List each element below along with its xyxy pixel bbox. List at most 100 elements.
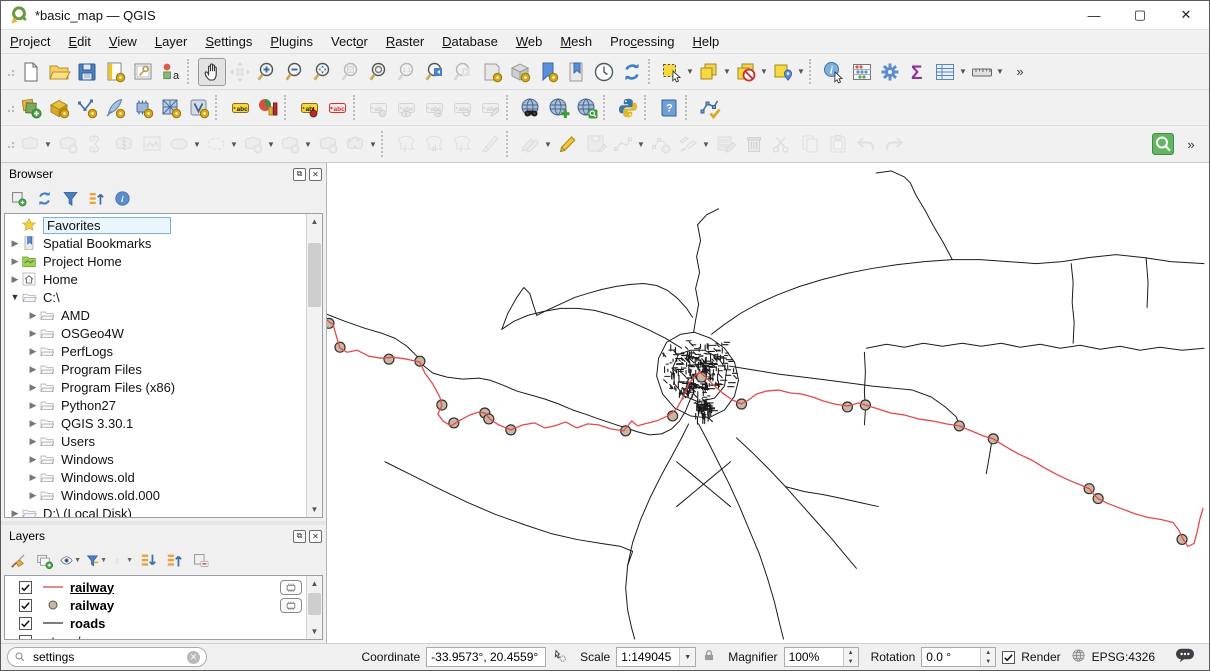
chevron-down-icon[interactable]: ▼ <box>543 140 553 149</box>
toolbar-button-new-map-view[interactable] <box>478 58 506 86</box>
toolbar-button-pencil[interactable] <box>554 130 582 158</box>
toolbar-button-blob[interactable]: ▼ <box>17 130 54 158</box>
chevron-down-icon[interactable]: ▼ <box>43 140 53 149</box>
menu-view[interactable]: View <box>100 31 146 52</box>
messages-icon[interactable] <box>1175 648 1195 666</box>
toolbar-button-new-mesh[interactable] <box>157 94 185 122</box>
spin-up-icon[interactable]: ▲ <box>844 648 858 657</box>
toolbar-button-attr-table[interactable]: ▼ <box>932 58 969 86</box>
layers-tool-filter-expression[interactable]: ε▼ <box>111 549 133 571</box>
toolbar-button-metasearch[interactable] <box>517 94 545 122</box>
toolbar-button-label-pin[interactable]: ab <box>295 94 323 122</box>
layers-scrollbar[interactable]: ▲ ▼ <box>306 576 322 639</box>
toolbar-button-zoom-next[interactable] <box>450 58 478 86</box>
chevron-down-icon[interactable]: ▼ <box>685 67 695 76</box>
menu-settings[interactable]: Settings <box>196 31 261 52</box>
toolbar-button-locator[interactable] <box>1149 130 1177 158</box>
toolbar-button-new-layout[interactable] <box>101 58 129 86</box>
layers-tool-styling-broom[interactable] <box>7 549 29 571</box>
locator-search[interactable]: ✕ <box>7 647 207 667</box>
expander-icon[interactable]: ▶ <box>9 508 21 518</box>
toolbar-button-new-3d-view[interactable] <box>506 58 534 86</box>
toolbar-button-label-move[interactable]: abc <box>420 94 448 122</box>
expander-icon[interactable]: ▶ <box>9 238 21 249</box>
layer-visibility-checkbox[interactable] <box>19 599 32 612</box>
layer-item-places[interactable]: places <box>5 632 306 639</box>
toolbar-button-curve-f[interactable]: ʃ <box>448 130 476 158</box>
layers-tool-expand-all[interactable] <box>137 549 159 571</box>
layer-visibility-checkbox[interactable] <box>19 617 32 630</box>
expander-icon[interactable]: ▶ <box>27 382 39 393</box>
toolbar-button-blob-gear[interactable]: ▼ <box>277 130 314 158</box>
expander-icon[interactable]: ▶ <box>27 436 39 447</box>
chevron-down-icon[interactable]: ▼ <box>679 648 695 666</box>
menu-vector[interactable]: Vector <box>322 31 377 52</box>
magnifier-input[interactable] <box>785 650 843 664</box>
chevron-down-icon[interactable]: ▼ <box>229 140 239 149</box>
maximize-button[interactable]: ▢ <box>1117 1 1163 29</box>
layer-visibility-checkbox[interactable] <box>19 581 32 594</box>
coordinate-input[interactable] <box>426 647 546 667</box>
toolbar-button-measure[interactable]: ▼ <box>969 58 1006 86</box>
toolbar-button-zoom-layer[interactable] <box>366 58 394 86</box>
toolbar-button-select-rect[interactable]: ▼ <box>659 58 696 86</box>
layer-item-railway[interactable]: railway <box>5 596 306 614</box>
toolbar-button-new-bookmark[interactable] <box>534 58 562 86</box>
toolbar-button-refresh[interactable] <box>618 58 646 86</box>
toolbar-button-new-spatialite[interactable] <box>101 94 129 122</box>
toolbar-grip[interactable] <box>7 67 17 77</box>
toolbar-button-select-value[interactable]: ▼ <box>696 58 733 86</box>
toolbar-button-blob-stitch[interactable] <box>110 130 138 158</box>
toolbar-button-abacus[interactable] <box>848 58 876 86</box>
layer-visibility-checkbox[interactable] <box>19 635 32 640</box>
scroll-up-icon[interactable]: ▲ <box>307 214 322 229</box>
browser-tree-item[interactable]: ▶Users <box>5 432 306 450</box>
chevron-down-icon[interactable]: ▼ <box>701 140 711 149</box>
browser-scrollbar[interactable]: ▲ ▼ <box>306 214 322 517</box>
toolbar-button-blob-scissors[interactable] <box>82 130 110 158</box>
toolbar-button-identify[interactable]: i <box>820 58 848 86</box>
expander-icon[interactable]: ▶ <box>27 364 39 375</box>
toolbar-button-open-project[interactable] <box>45 58 73 86</box>
browser-tool-properties-info[interactable]: i <box>111 187 133 209</box>
menu-raster[interactable]: Raster <box>377 31 433 52</box>
toolbar-button-curve-f[interactable]: ʃ <box>392 130 420 158</box>
chevron-down-icon[interactable]: ▼ <box>74 557 81 564</box>
layers-tool-remove-layer[interactable] <box>189 549 211 571</box>
toolbar-button-sigma[interactable]: Σ <box>904 58 932 86</box>
layers-tool-map-themes-eye[interactable]: ▼ <box>59 549 81 571</box>
browser-tree-item[interactable]: ▶Spatial Bookmarks <box>5 234 306 252</box>
toolbar-overflow-icon[interactable]: » <box>1006 58 1034 86</box>
expander-icon[interactable]: ▶ <box>9 256 21 267</box>
scrollbar-thumb[interactable] <box>308 243 321 307</box>
toolbar-button-temporal[interactable] <box>590 58 618 86</box>
expander-icon[interactable]: ▶ <box>27 418 39 429</box>
menu-help[interactable]: Help <box>683 31 728 52</box>
toolbar-button-label-edit[interactable]: abc <box>476 94 504 122</box>
menu-edit[interactable]: Edit <box>59 31 99 52</box>
toolbar-button-diagram[interactable] <box>254 94 282 122</box>
toolbar-button-copy[interactable] <box>796 130 824 158</box>
menu-processing[interactable]: Processing <box>601 31 683 52</box>
toolbar-button-knife[interactable] <box>476 130 504 158</box>
layer-item-roads[interactable]: roads <box>5 614 306 632</box>
chevron-down-icon[interactable]: ▼ <box>722 67 732 76</box>
toolbar-button-new-virtual[interactable] <box>185 94 213 122</box>
browser-tree-item[interactable]: ▶QGIS 3.30.1 <box>5 414 306 432</box>
browser-tool-refresh-browser[interactable] <box>33 187 55 209</box>
toolbar-button-label-eye[interactable]: abc <box>392 94 420 122</box>
browser-tree-item[interactable]: ▼C:\ <box>5 288 306 306</box>
toolbar-button-deselect[interactable]: ▼ <box>733 58 770 86</box>
browser-tree-item[interactable]: ▶Project Home <box>5 252 306 270</box>
toolbar-button-redo[interactable] <box>880 130 908 158</box>
browser-tree-item[interactable]: ▶AMD <box>5 306 306 324</box>
toolbar-button-wms-plus[interactable] <box>545 94 573 122</box>
render-checkbox[interactable] <box>1002 651 1015 664</box>
toolbar-button-undo[interactable] <box>852 130 880 158</box>
scrollbar-thumb[interactable] <box>308 593 321 615</box>
close-button[interactable]: ✕ <box>1163 1 1209 29</box>
toolbar-button-blob-gear[interactable] <box>54 130 82 158</box>
scroll-down-icon[interactable]: ▼ <box>307 624 322 639</box>
browser-tree-item[interactable]: ▶Windows <box>5 450 306 468</box>
layer-item-railway[interactable]: railway <box>5 578 306 596</box>
